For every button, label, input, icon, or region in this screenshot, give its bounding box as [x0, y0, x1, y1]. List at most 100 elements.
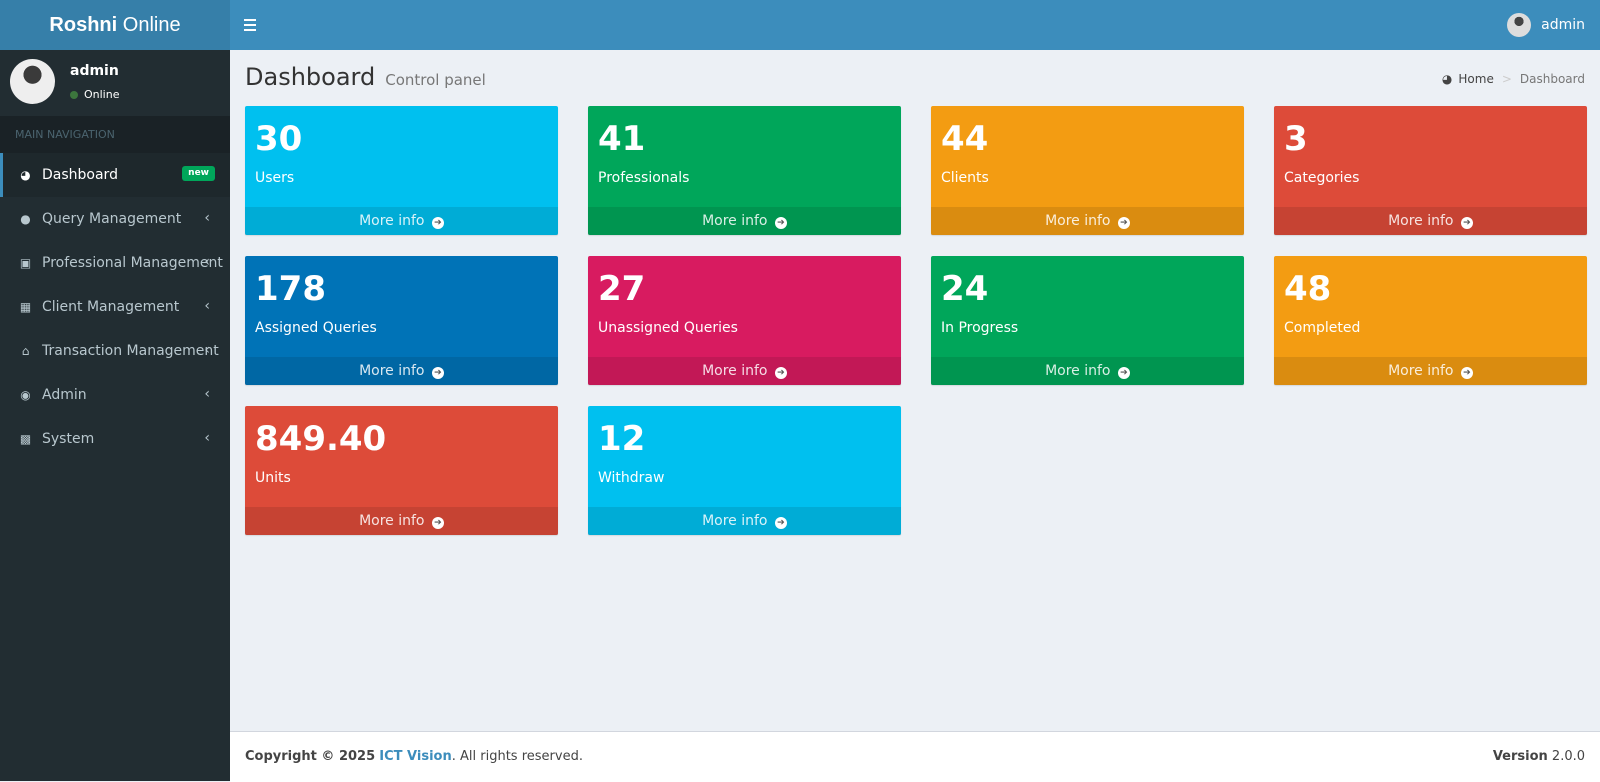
- content-header: Dashboard Control panel: [245, 63, 486, 91]
- breadcrumb-current: Dashboard: [1519, 72, 1585, 86]
- version-info: Version 2.0.0: [1493, 749, 1585, 764]
- chevron-left-icon: ‹: [204, 298, 210, 314]
- sidebar-item-admin[interactable]: ◉ Admin ‹: [0, 373, 230, 417]
- arrow-circle-right-icon: ➔: [431, 517, 444, 529]
- online-dot-icon: [70, 90, 78, 99]
- stat-box-assigned-queries: 178 Assigned Queries More info ➔: [245, 256, 558, 385]
- more-info-link[interactable]: More info ➔: [931, 207, 1244, 235]
- more-info-label: More info: [359, 213, 425, 229]
- bank-icon: ⌂: [21, 344, 30, 358]
- version-number: 2.0.0: [1551, 749, 1585, 764]
- more-info-link[interactable]: More info ➔: [245, 507, 558, 535]
- more-info-label: More info: [359, 363, 425, 379]
- sidebar: admin Online MAIN NAVIGATION ◕ Dashboard…: [0, 50, 230, 781]
- stat-value: 849.40: [255, 419, 387, 459]
- more-info-link[interactable]: More info ➔: [1274, 207, 1587, 235]
- arrow-circle-right-icon: ➔: [1117, 217, 1130, 229]
- user-circle-icon: ◉: [20, 388, 31, 402]
- arrow-circle-right-icon: ➔: [431, 367, 444, 379]
- more-info-link[interactable]: More info ➔: [1274, 357, 1587, 385]
- new-badge: new: [182, 166, 215, 181]
- stat-value: 27: [598, 269, 646, 309]
- sidebar-item-query-management[interactable]: ● Query Management ‹: [0, 197, 230, 241]
- nav-header: MAIN NAVIGATION: [0, 116, 230, 153]
- table-icon: ▦: [19, 300, 32, 314]
- more-info-link[interactable]: More info ➔: [588, 207, 901, 235]
- breadcrumb-home-link[interactable]: Home: [1458, 72, 1493, 86]
- comments-icon: ●: [20, 212, 31, 226]
- brand-name-rest: Online: [117, 14, 181, 36]
- user-panel: admin Online: [0, 50, 230, 116]
- more-info-link[interactable]: More info ➔: [588, 357, 901, 385]
- stat-box-unassigned-queries: 27 Unassigned Queries More info ➔: [588, 256, 901, 385]
- sidebar-item-professional-management[interactable]: ▣ Professional Management ‹: [0, 241, 230, 285]
- stat-box-withdraw: 12 Withdraw More info ➔: [588, 406, 901, 535]
- page-title: Dashboard: [245, 63, 376, 91]
- suitcase-icon: ▣: [19, 256, 32, 270]
- sidebar-item-transaction-management[interactable]: ⌂ Transaction Management ‹: [0, 329, 230, 373]
- sidebar-toggle-button[interactable]: [244, 16, 258, 34]
- chevron-left-icon: ‹: [204, 342, 210, 358]
- breadcrumb-separator: >: [1501, 72, 1512, 86]
- company-link[interactable]: ICT Vision: [379, 749, 451, 764]
- page-subtitle: Control panel: [385, 71, 486, 89]
- user-name: admin: [70, 63, 119, 79]
- arrow-circle-right-icon: ➔: [774, 367, 787, 379]
- sidebar-item-label: Query Management: [42, 211, 182, 227]
- arrow-circle-right-icon: ➔: [774, 217, 787, 229]
- user-menu-name: admin: [1541, 17, 1585, 33]
- stat-value: 3: [1284, 119, 1308, 159]
- user-menu[interactable]: admin: [1507, 13, 1585, 37]
- stat-label: Completed: [1284, 320, 1361, 336]
- stat-value: 24: [941, 269, 989, 309]
- user-status: Online: [70, 88, 119, 101]
- avatar: [1507, 13, 1532, 37]
- gear-box-icon: ▩: [19, 432, 32, 446]
- sidebar-item-label: System: [42, 431, 95, 447]
- stat-box-clients: 44 Clients More info ➔: [931, 106, 1244, 235]
- arrow-circle-right-icon: ➔: [774, 517, 787, 529]
- stat-value: 178: [255, 269, 326, 309]
- chevron-left-icon: ‹: [204, 254, 210, 270]
- more-info-link[interactable]: More info ➔: [588, 507, 901, 535]
- more-info-label: More info: [702, 363, 768, 379]
- rights-text: . All rights reserved.: [451, 749, 583, 764]
- user-status-text: Online: [84, 88, 120, 101]
- stat-label: Withdraw: [598, 470, 665, 486]
- stat-box-users: 30 Users More info ➔: [245, 106, 558, 235]
- sidebar-item-dashboard[interactable]: ◕ Dashboard new: [0, 153, 230, 197]
- copyright-text: Copyright © 2025: [245, 749, 376, 764]
- sidebar-item-client-management[interactable]: ▦ Client Management ‹: [0, 285, 230, 329]
- stat-label: Categories: [1284, 170, 1360, 186]
- stat-value: 41: [598, 119, 646, 159]
- stat-label: Unassigned Queries: [598, 320, 738, 336]
- arrow-circle-right-icon: ➔: [1460, 217, 1473, 229]
- breadcrumb: ◕ Home > Dashboard: [1442, 72, 1585, 86]
- stat-label: In Progress: [941, 320, 1019, 336]
- more-info-link[interactable]: More info ➔: [245, 357, 558, 385]
- brand-logo[interactable]: Roshni Online: [0, 0, 230, 50]
- more-info-label: More info: [1045, 363, 1111, 379]
- sidebar-item-label: Dashboard: [42, 167, 118, 183]
- stat-value: 30: [255, 119, 303, 159]
- stat-label: Users: [255, 170, 295, 186]
- sidebar-item-system[interactable]: ▩ System ‹: [0, 417, 230, 461]
- more-info-label: More info: [359, 513, 425, 529]
- sidebar-item-label: Admin: [42, 387, 87, 403]
- stat-value: 48: [1284, 269, 1332, 309]
- stats-grid: 30 Users More info ➔ 41 Professionals Mo…: [245, 106, 1587, 535]
- chevron-left-icon: ‹: [204, 386, 210, 402]
- more-info-link[interactable]: More info ➔: [931, 357, 1244, 385]
- brand-name-bold: Roshni: [49, 14, 118, 36]
- version-label: Version: [1492, 749, 1548, 764]
- sidebar-item-label: Client Management: [42, 299, 180, 315]
- stat-box-in-progress: 24 In Progress More info ➔: [931, 256, 1244, 385]
- dashboard-icon: ◕: [1441, 72, 1453, 86]
- more-info-label: More info: [702, 513, 768, 529]
- arrow-circle-right-icon: ➔: [431, 217, 444, 229]
- more-info-label: More info: [702, 213, 768, 229]
- more-info-link[interactable]: More info ➔: [245, 207, 558, 235]
- more-info-label: More info: [1388, 213, 1454, 229]
- copyright: Copyright © 2025 ICT Vision. All rights …: [245, 749, 583, 764]
- arrow-circle-right-icon: ➔: [1460, 367, 1473, 379]
